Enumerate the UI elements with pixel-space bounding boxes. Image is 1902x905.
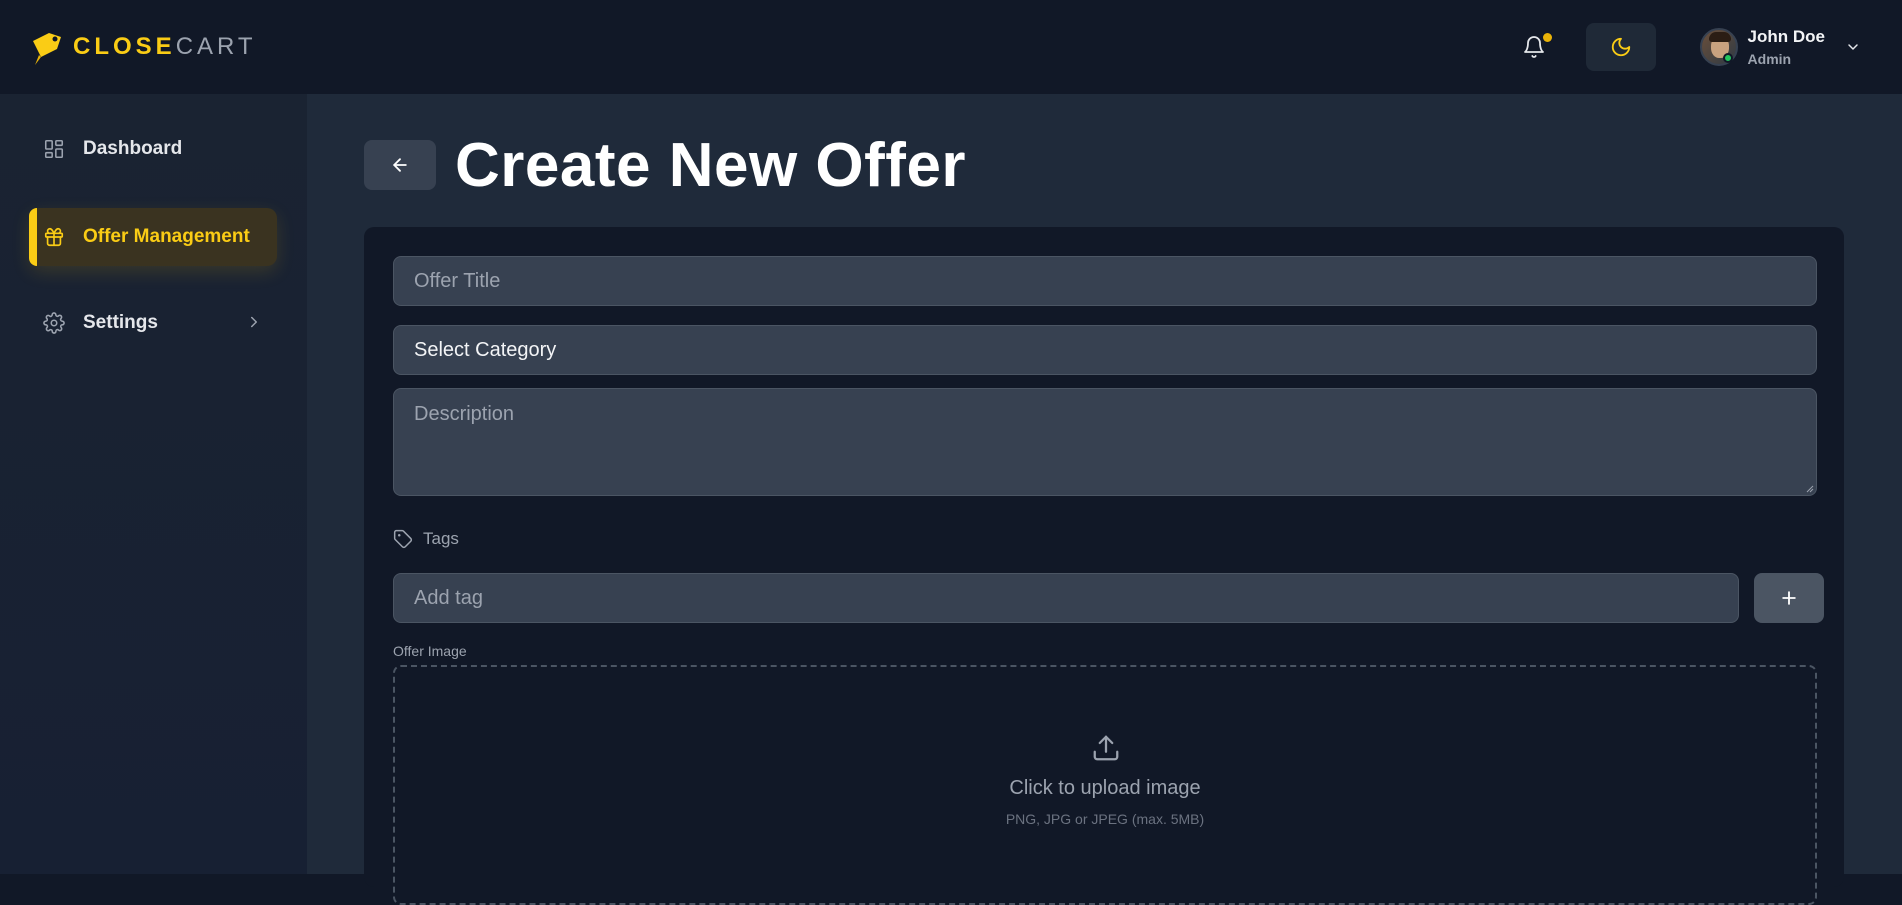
page-title: Create New Offer [455, 131, 967, 200]
gift-icon [44, 227, 64, 247]
online-status-dot [1723, 53, 1733, 63]
image-upload-dropzone[interactable]: Click to upload image PNG, JPG or JPEG (… [393, 665, 1817, 905]
brand-name-part2: CART [175, 33, 257, 60]
sidebar-item-dashboard[interactable]: Dashboard [29, 120, 277, 178]
description-placeholder: Description [414, 403, 515, 425]
sidebar-item-settings[interactable]: Settings [29, 294, 277, 352]
tag-icon [393, 529, 413, 549]
notification-dot [1542, 33, 1552, 42]
sidebar-item-label: Offer Management [83, 226, 250, 247]
sidebar: Dashboard Offer Management Settings [0, 94, 307, 874]
description-textarea[interactable]: Description [393, 388, 1817, 496]
tags-label: Tags [393, 529, 459, 549]
upload-hint: PNG, JPG or JPEG (max. 5MB) [1005, 811, 1205, 827]
sidebar-item-label: Dashboard [83, 138, 183, 159]
user-role: Admin [1747, 51, 1792, 67]
back-button[interactable] [364, 140, 436, 190]
offer-image-label: Offer Image [393, 643, 467, 659]
add-tag-input[interactable]: Add tag [393, 573, 1739, 623]
resize-grip-icon[interactable] [1804, 483, 1814, 493]
offer-form-card: Offer Title Select Category Description … [364, 227, 1844, 905]
chevron-right-icon [251, 316, 257, 328]
category-select[interactable]: Select Category [393, 325, 1817, 375]
tags-label-text: Tags [423, 529, 459, 548]
avatar-hair [1708, 32, 1731, 42]
dashboard-grid-icon [44, 139, 64, 159]
chevron-down-icon [1848, 44, 1858, 50]
arrow-left-icon [393, 158, 407, 172]
upload-icon [1093, 735, 1119, 761]
header-actions: John Doe Admin [1514, 23, 1873, 71]
tag-logo-icon [33, 33, 61, 65]
moon-icon [1611, 37, 1630, 57]
add-tag-button[interactable] [1754, 573, 1824, 623]
user-info: John Doe Admin [1748, 27, 1825, 67]
brand-name: CLOSECART [73, 33, 257, 61]
sidebar-item-label: Settings [83, 312, 158, 333]
main-content: Create New Offer Offer Title Select Cate… [307, 94, 1902, 905]
theme-toggle-button[interactable] [1585, 23, 1656, 71]
plus-icon [1782, 591, 1796, 605]
bell-icon [1523, 36, 1544, 58]
upload-text: Click to upload image [1009, 777, 1201, 799]
offer-title-input[interactable]: Offer Title [393, 256, 1817, 306]
top-header: CLOSECART John Doe Admin [0, 0, 1902, 94]
brand-name-part1: CLOSE [73, 33, 176, 60]
sidebar-item-offer-management[interactable]: Offer Management [29, 208, 277, 266]
user-name: John Doe [1747, 27, 1825, 46]
gear-icon [43, 312, 65, 334]
notifications-button[interactable] [1514, 27, 1554, 67]
brand-logo[interactable]: CLOSECART [29, 27, 257, 67]
